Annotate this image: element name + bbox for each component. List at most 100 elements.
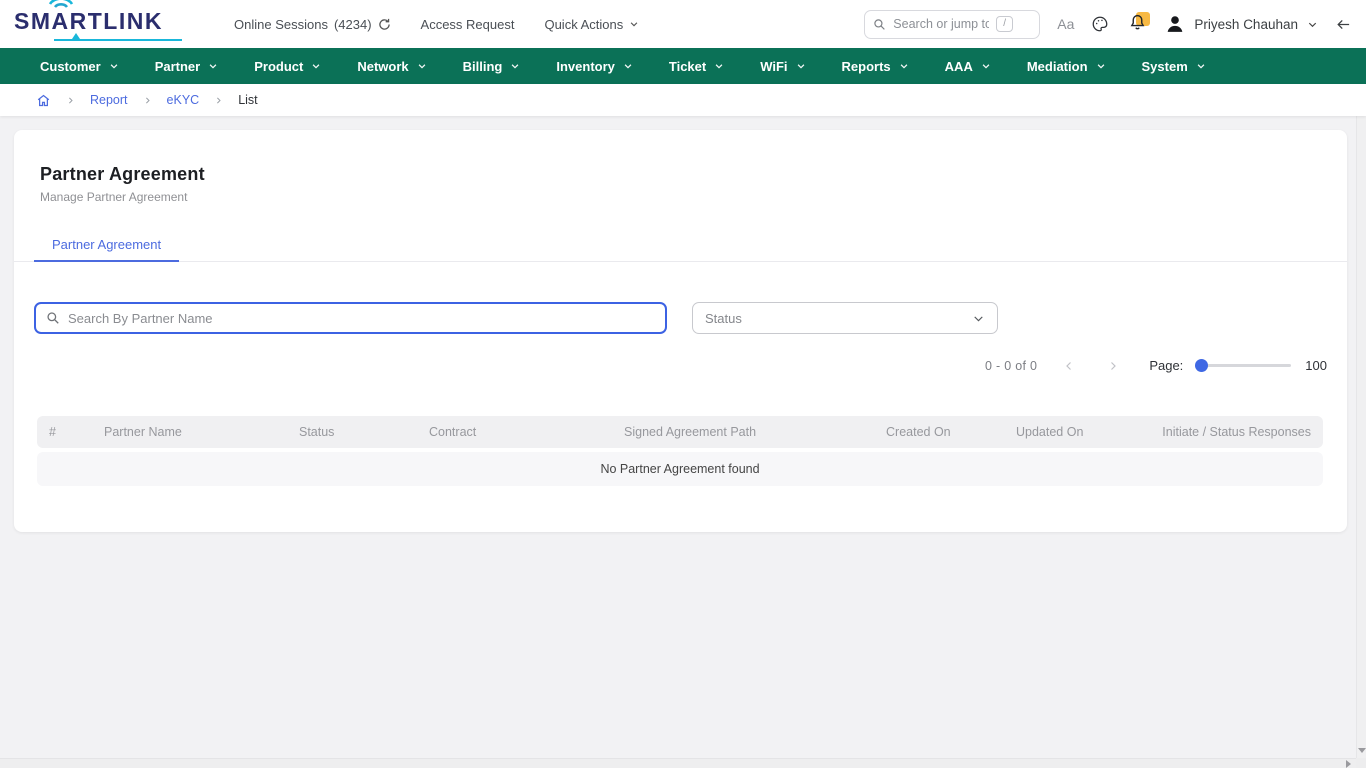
chevron-down-icon bbox=[109, 61, 119, 71]
chevron-right-icon bbox=[1107, 360, 1119, 372]
scrollbar-corner bbox=[1356, 758, 1366, 768]
wifi-icon bbox=[47, 0, 75, 11]
refresh-icon[interactable] bbox=[378, 18, 391, 31]
breadcrumb-ekyc[interactable]: eKYC bbox=[167, 93, 200, 107]
chevron-down-icon bbox=[899, 61, 909, 71]
chevron-down-icon bbox=[1307, 19, 1318, 30]
chevron-down-icon bbox=[417, 61, 427, 71]
chevron-down-icon bbox=[629, 19, 639, 29]
column-header-contract: Contract bbox=[429, 425, 624, 439]
page-size-slider[interactable] bbox=[1195, 364, 1291, 367]
partner-agreement-table: # Partner Name Status Contract Signed Ag… bbox=[37, 416, 1323, 486]
quick-actions-menu[interactable]: Quick Actions bbox=[544, 17, 639, 32]
page-size-label: Page: bbox=[1149, 358, 1183, 373]
online-sessions-label: Online Sessions bbox=[234, 17, 328, 32]
chevron-down-icon bbox=[208, 61, 218, 71]
palette-icon bbox=[1091, 15, 1109, 33]
logo-arrowhead bbox=[72, 33, 80, 39]
chevron-down-icon bbox=[981, 61, 991, 71]
main-nav: Customer Partner Product Network Billing… bbox=[0, 48, 1366, 84]
quick-actions-label: Quick Actions bbox=[544, 17, 623, 32]
column-header-partner-name: Partner Name bbox=[104, 425, 299, 439]
online-sessions-count: (4234) bbox=[334, 17, 372, 32]
logo-text-rtlink: RTLINK bbox=[70, 8, 163, 35]
empty-state-row: No Partner Agreement found bbox=[37, 452, 1323, 486]
user-menu[interactable]: Priyesh Chauhan bbox=[1165, 14, 1318, 34]
chevron-down-icon bbox=[1196, 61, 1206, 71]
access-request-link[interactable]: Access Request bbox=[421, 17, 515, 32]
nav-item-aaa[interactable]: AAA bbox=[945, 59, 991, 74]
nav-item-ticket[interactable]: Ticket bbox=[669, 59, 724, 74]
tab-partner-agreement[interactable]: Partner Agreement bbox=[34, 228, 179, 262]
chevron-left-icon bbox=[1063, 360, 1075, 372]
column-header-updated-on: Updated On bbox=[1016, 425, 1141, 439]
search-shortcut-key: / bbox=[996, 16, 1013, 32]
prev-page-button[interactable] bbox=[1063, 360, 1075, 372]
column-header-signed-agreement-path: Signed Agreement Path bbox=[624, 425, 886, 439]
scroll-right-arrow-icon[interactable] bbox=[1346, 760, 1351, 768]
chevron-down-icon bbox=[510, 61, 520, 71]
notifications-button[interactable] bbox=[1126, 13, 1148, 35]
global-search[interactable]: / bbox=[864, 10, 1040, 39]
logo-text-a: A bbox=[52, 8, 70, 34]
nav-item-reports[interactable]: Reports bbox=[842, 59, 909, 74]
logo-text-sm: SM bbox=[14, 8, 52, 35]
smartlink-logo[interactable]: SMARTLINK bbox=[14, 8, 186, 41]
font-size-toggle[interactable]: Aa bbox=[1057, 16, 1074, 32]
scroll-down-arrow-icon[interactable] bbox=[1358, 748, 1366, 753]
theme-palette-button[interactable] bbox=[1091, 15, 1109, 33]
user-name: Priyesh Chauhan bbox=[1194, 17, 1298, 32]
column-header-initiate-status-responses: Initiate / Status Responses bbox=[1162, 425, 1323, 439]
nav-item-partner[interactable]: Partner bbox=[155, 59, 219, 74]
tab-bar: Partner Agreement bbox=[14, 228, 1347, 262]
partner-search-input[interactable] bbox=[68, 311, 655, 326]
logo-underline bbox=[54, 39, 182, 41]
chevron-right-icon bbox=[143, 96, 152, 105]
pagination-bar: 0 - 0 of 0 Page: 100 bbox=[14, 358, 1327, 373]
chevron-right-icon bbox=[214, 96, 223, 105]
page-size-value: 100 bbox=[1305, 358, 1327, 373]
nav-item-system[interactable]: System bbox=[1142, 59, 1206, 74]
nav-item-inventory[interactable]: Inventory bbox=[556, 59, 633, 74]
next-page-button[interactable] bbox=[1107, 360, 1119, 372]
online-sessions[interactable]: Online Sessions (4234) bbox=[234, 17, 391, 32]
nav-item-customer[interactable]: Customer bbox=[40, 59, 119, 74]
chevron-down-icon bbox=[623, 61, 633, 71]
collapse-header-button[interactable] bbox=[1335, 17, 1352, 32]
chevron-down-icon bbox=[796, 61, 806, 71]
global-search-input[interactable] bbox=[893, 17, 989, 31]
logo-letter-a: A bbox=[52, 8, 70, 35]
home-icon[interactable] bbox=[36, 93, 51, 108]
nav-item-product[interactable]: Product bbox=[254, 59, 321, 74]
avatar-icon bbox=[1165, 14, 1185, 34]
page-subtitle: Manage Partner Agreement bbox=[40, 190, 1321, 204]
partner-search-field[interactable] bbox=[34, 302, 667, 334]
vertical-scrollbar[interactable] bbox=[1356, 84, 1366, 758]
nav-item-billing[interactable]: Billing bbox=[463, 59, 521, 74]
top-quick-menu: Online Sessions (4234) Access Request Qu… bbox=[234, 17, 639, 32]
search-icon bbox=[873, 18, 886, 31]
filter-row: Status bbox=[34, 302, 1321, 334]
top-header: SMARTLINK Online Sessions (4234) Access … bbox=[0, 0, 1366, 48]
nav-item-network[interactable]: Network bbox=[357, 59, 426, 74]
content-card: Partner Agreement Manage Partner Agreeme… bbox=[14, 130, 1347, 532]
nav-item-wifi[interactable]: WiFi bbox=[760, 59, 805, 74]
horizontal-scrollbar[interactable] bbox=[0, 758, 1356, 768]
chevron-down-icon bbox=[714, 61, 724, 71]
breadcrumb: Report eKYC List bbox=[0, 84, 1366, 116]
logo-text: SMARTLINK bbox=[14, 8, 163, 35]
status-select[interactable]: Status bbox=[692, 302, 998, 334]
bell-icon bbox=[1129, 13, 1146, 31]
bell-wrapper bbox=[1126, 13, 1148, 35]
left-arrow-icon bbox=[1335, 17, 1352, 32]
column-header-created-on: Created On bbox=[886, 425, 1016, 439]
chevron-right-icon bbox=[66, 96, 75, 105]
nav-item-mediation[interactable]: Mediation bbox=[1027, 59, 1106, 74]
column-header-status: Status bbox=[299, 425, 429, 439]
search-icon bbox=[46, 311, 60, 325]
pagination-range: 0 - 0 of 0 bbox=[985, 359, 1037, 373]
breadcrumb-report[interactable]: Report bbox=[90, 93, 128, 107]
header-right-group: / Aa Priyesh Chauhan bbox=[864, 10, 1352, 39]
slider-thumb[interactable] bbox=[1195, 359, 1208, 372]
page-title: Partner Agreement bbox=[40, 164, 1321, 185]
